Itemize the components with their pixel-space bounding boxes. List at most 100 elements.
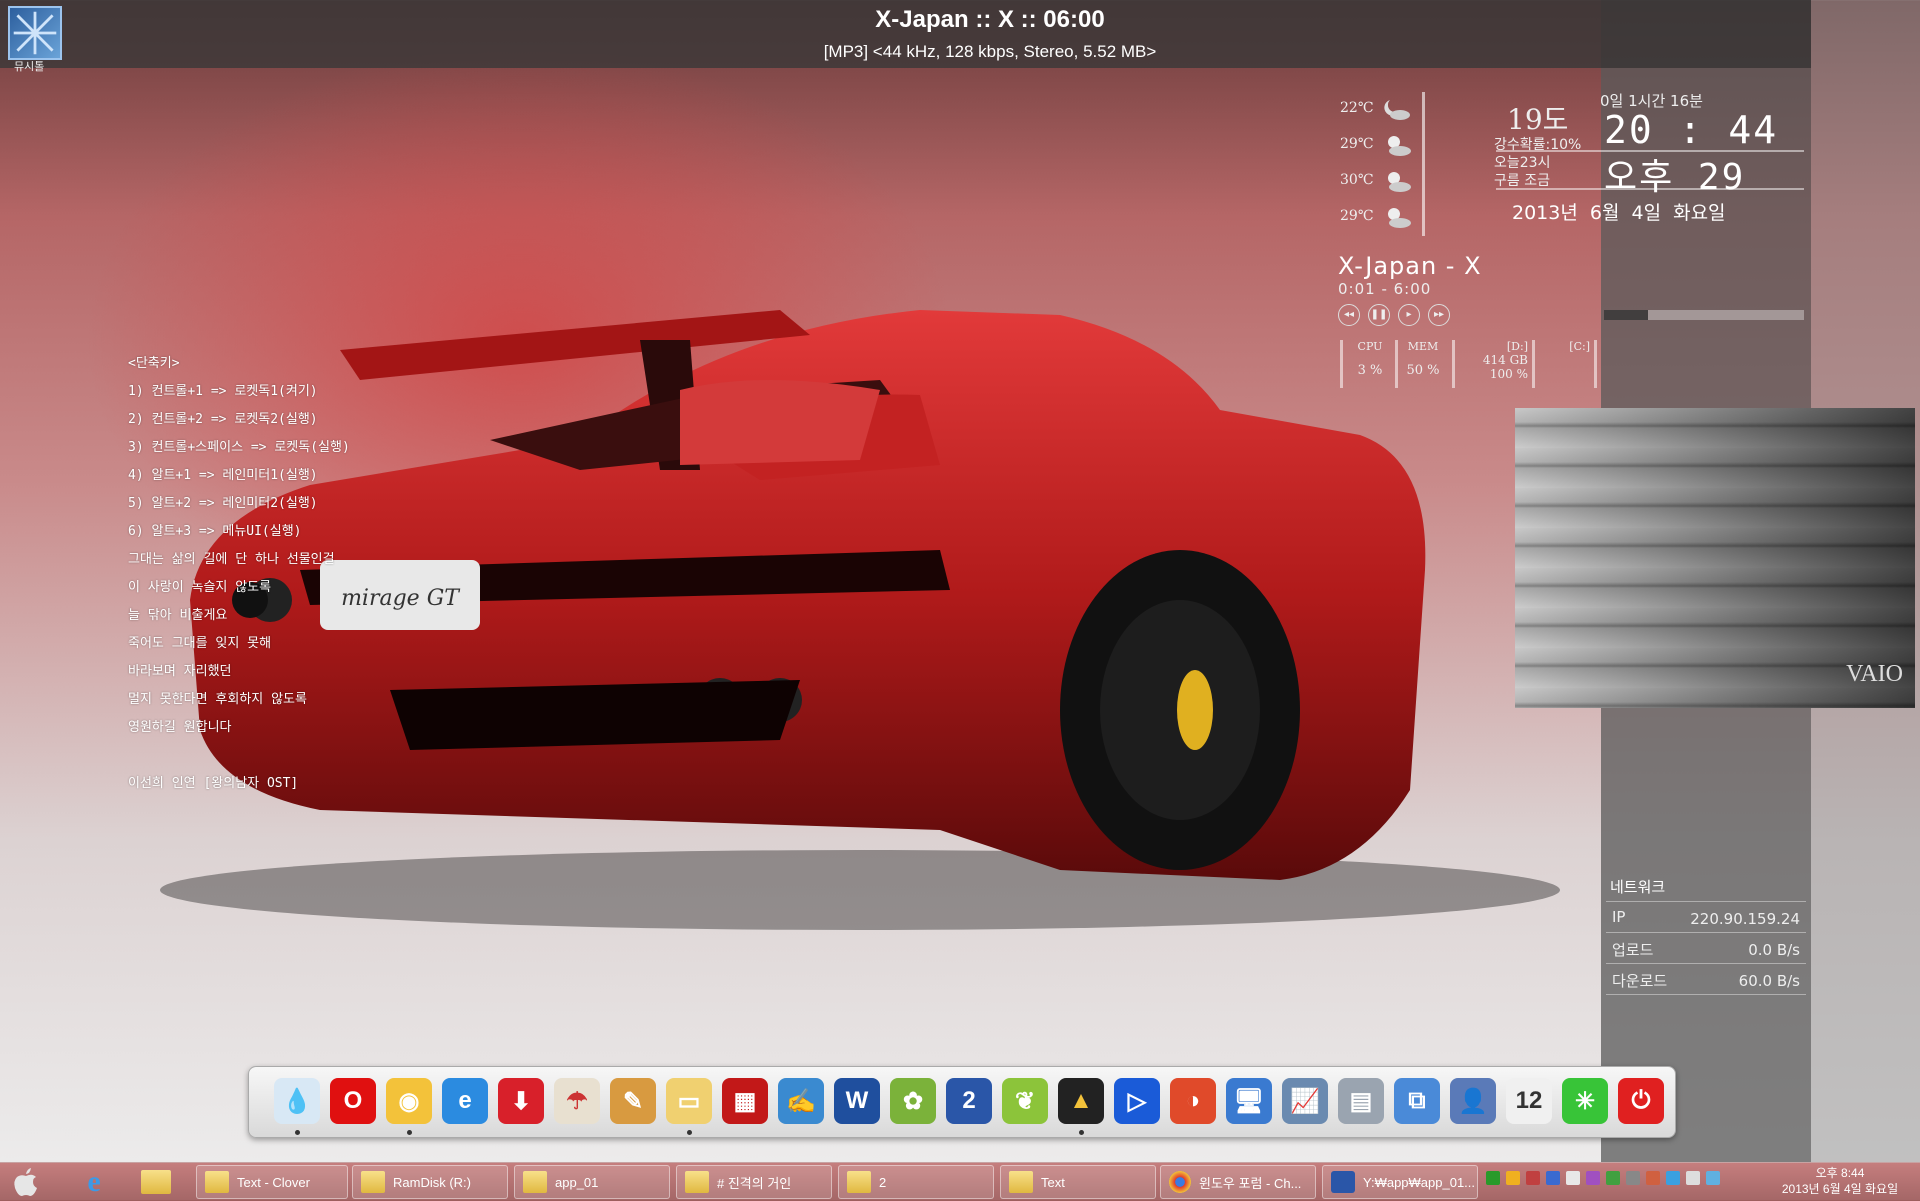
tray-icon[interactable] bbox=[1666, 1171, 1680, 1185]
taskbar-clock[interactable]: 오후 8:44 2013년 6월 4일 화요일 bbox=[1770, 1165, 1910, 1197]
tray-icon[interactable] bbox=[1566, 1171, 1580, 1185]
monitor-bar bbox=[1340, 340, 1343, 388]
taskbar-time: 오후 8:44 bbox=[1815, 1166, 1865, 1180]
pause-icon[interactable]: ❚❚ bbox=[1368, 304, 1390, 326]
previous-icon[interactable]: ◂◂ bbox=[1338, 304, 1360, 326]
cpu-value: 3 % bbox=[1357, 363, 1383, 378]
drive-d-meter: [D:] 414 GB 100 % bbox=[1458, 340, 1528, 381]
tray-icon[interactable] bbox=[1506, 1171, 1520, 1185]
taskbar-button[interactable]: app_01 bbox=[514, 1165, 670, 1199]
dock-item[interactable]: ◉ bbox=[383, 1075, 435, 1135]
running-indicator bbox=[407, 1130, 412, 1135]
dock-item[interactable]: e bbox=[439, 1075, 491, 1127]
sun-cloud-icon bbox=[1388, 172, 1411, 192]
notepad-icon: ✍ bbox=[778, 1078, 824, 1124]
music-app-icon[interactable] bbox=[8, 6, 62, 60]
folder-icon bbox=[523, 1171, 547, 1193]
dock-item[interactable]: ▷ bbox=[1111, 1075, 1163, 1127]
tray-icon[interactable] bbox=[1686, 1171, 1700, 1185]
dock-item[interactable]: ▲ bbox=[1055, 1075, 1107, 1135]
dock-item[interactable]: ▭ bbox=[663, 1075, 715, 1135]
photo-frame: VAIO bbox=[1515, 408, 1915, 708]
dock-item[interactable]: 🖥 bbox=[1223, 1075, 1275, 1127]
play-icon[interactable]: ▸ bbox=[1398, 304, 1420, 326]
dock-item[interactable]: ✳ bbox=[1559, 1075, 1611, 1127]
player-progress[interactable] bbox=[1604, 310, 1804, 320]
taskbar-button[interactable]: Y:₩app₩app_01... bbox=[1322, 1165, 1478, 1199]
umbrella-icon: ☂ bbox=[554, 1078, 600, 1124]
dock-item[interactable]: ✿ bbox=[887, 1075, 939, 1127]
ie-icon: e bbox=[442, 1078, 488, 1124]
ip-row: IP 220.90.159.24 bbox=[1606, 902, 1806, 932]
running-indicator bbox=[295, 1130, 300, 1135]
dock-item[interactable]: 👤 bbox=[1447, 1075, 1499, 1127]
olive-icon: ❦ bbox=[1002, 1078, 1048, 1124]
drive-d-percent: 100 % bbox=[1489, 367, 1528, 381]
download-icon: ⬇ bbox=[498, 1078, 544, 1124]
dock-item[interactable]: ▦ bbox=[719, 1075, 771, 1127]
taskbar-button-label: Y:₩app₩app_01... bbox=[1363, 1174, 1476, 1190]
taskbar-button[interactable]: # 진격의 거인 bbox=[676, 1165, 832, 1199]
dock-item[interactable]: 💧 bbox=[271, 1075, 323, 1135]
dock-item[interactable]: W bbox=[831, 1075, 883, 1127]
vaio-logo: VAIO bbox=[1846, 661, 1903, 687]
drive-d-label: [D:] bbox=[1506, 340, 1528, 353]
aimp-icon: ▲ bbox=[1058, 1078, 1104, 1124]
taskbar-date: 2013년 6월 4일 화요일 bbox=[1781, 1182, 1899, 1196]
folder-icon: ▭ bbox=[666, 1078, 712, 1124]
tray-icon[interactable] bbox=[1546, 1171, 1560, 1185]
dock-item[interactable]: ⧉ bbox=[1391, 1075, 1443, 1127]
start-button[interactable] bbox=[6, 1165, 46, 1199]
taskbar-button-label: RamDisk (R:) bbox=[393, 1174, 471, 1190]
registry-icon: ⧉ bbox=[1394, 1078, 1440, 1124]
dock-item[interactable]: 📈 bbox=[1279, 1075, 1331, 1127]
media-player-icon: ▷ bbox=[1114, 1078, 1160, 1124]
dock-item[interactable]: ✎ bbox=[607, 1075, 659, 1127]
tray-icon[interactable] bbox=[1586, 1171, 1600, 1185]
dock-item[interactable]: ✍ bbox=[775, 1075, 827, 1127]
moon-cloud-icon bbox=[1384, 100, 1410, 120]
dock-item[interactable]: O bbox=[327, 1075, 379, 1127]
taskbar-button[interactable]: Text - Clover bbox=[196, 1165, 348, 1199]
tray-icon[interactable] bbox=[1526, 1171, 1540, 1185]
note-line: 영원하길 원합니다 bbox=[128, 720, 232, 735]
player-time: 0:01 - 6:00 bbox=[1338, 280, 1432, 298]
dock-item[interactable]: 12 bbox=[1503, 1075, 1555, 1127]
taskbar-button-label: app_01 bbox=[555, 1174, 599, 1190]
dock-item[interactable]: ❦ bbox=[999, 1075, 1051, 1127]
forecast-temp: 29℃ bbox=[1340, 208, 1374, 224]
hangul-icon: 2 bbox=[946, 1078, 992, 1124]
ie-pinned[interactable]: e bbox=[74, 1165, 114, 1198]
explorer-pinned[interactable] bbox=[136, 1166, 176, 1198]
upload-label: 업로드 bbox=[1612, 941, 1654, 959]
network-pc-icon: 🖥 bbox=[1226, 1078, 1272, 1124]
tray-icon[interactable] bbox=[1486, 1171, 1500, 1185]
taskbar-button[interactable]: Text bbox=[1000, 1165, 1156, 1199]
taskbar-button[interactable]: 2 bbox=[838, 1165, 994, 1199]
clover-icon bbox=[205, 1171, 229, 1193]
power-icon: ⏻ bbox=[1618, 1078, 1664, 1124]
dock-item[interactable]: ◑ bbox=[1167, 1075, 1219, 1127]
download-value: 60.0 B/s bbox=[1738, 972, 1800, 990]
taskbar-button[interactable]: RamDisk (R:) bbox=[352, 1165, 508, 1199]
tray-icon[interactable] bbox=[1706, 1171, 1720, 1185]
taskbar-button[interactable]: 윈도우 포럼 - Ch... bbox=[1160, 1165, 1316, 1199]
dock-item[interactable]: ☂ bbox=[551, 1075, 603, 1127]
running-indicator bbox=[687, 1130, 692, 1135]
dock-items: 💧 O ◉ e ⬇ ☂ ✎ ▭ ▦ ✍ W ✿ 2 ❦ ▲ ▷ ◑ 🖥 📈 ▤ ⧉ 👤 12 ✳ ⏻ bbox=[271, 1075, 1667, 1135]
apple-icon bbox=[14, 1168, 38, 1196]
note-line: 4) 알트+1 => 레인미터1(실행) bbox=[128, 468, 318, 483]
green-burst-icon: ✳ bbox=[1562, 1078, 1608, 1124]
folder-icon bbox=[1009, 1171, 1033, 1193]
next-icon[interactable]: ▸▸ bbox=[1428, 304, 1450, 326]
dock-item[interactable]: ⏻ bbox=[1615, 1075, 1667, 1127]
tools-icon: ✎ bbox=[610, 1078, 656, 1124]
player-title: X-Japan - X bbox=[1338, 252, 1482, 280]
tray-icon[interactable] bbox=[1646, 1171, 1660, 1185]
tray-icon[interactable] bbox=[1626, 1171, 1640, 1185]
note-line: 2) 컨트롤+2 => 로켓독2(실행) bbox=[128, 412, 318, 427]
dock-item[interactable]: 2 bbox=[943, 1075, 995, 1127]
dock-item[interactable]: ⬇ bbox=[495, 1075, 547, 1127]
tray-icon[interactable] bbox=[1606, 1171, 1620, 1185]
dock-item[interactable]: ▤ bbox=[1335, 1075, 1387, 1127]
